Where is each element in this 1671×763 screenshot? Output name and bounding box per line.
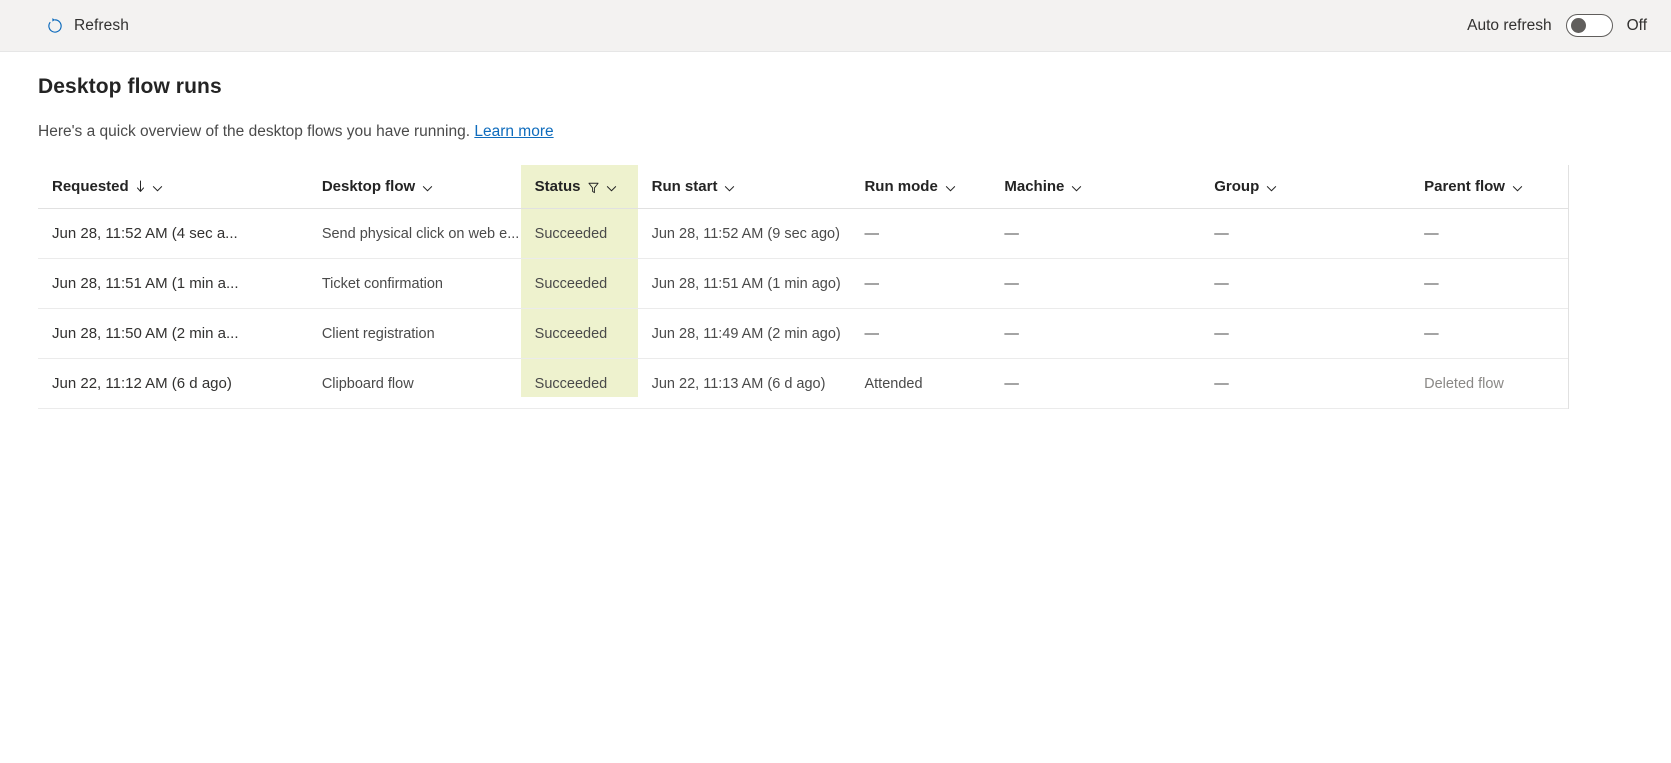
cell-status: Succeeded [521,309,638,358]
table-row[interactable]: Jun 28, 11:51 AM (1 min a... Ticket conf… [38,259,1568,309]
table-row[interactable]: Jun 28, 11:50 AM (2 min a... Client regi… [38,309,1568,359]
column-header-parent-flow[interactable]: Parent flow [1410,165,1568,208]
column-header-desktop-flow[interactable]: Desktop flow [308,165,521,208]
chevron-down-icon[interactable] [606,181,617,192]
auto-refresh-state-label: Off [1627,17,1647,35]
cell-parent-flow: — [1410,259,1568,308]
column-header-label: Parent flow [1424,178,1505,195]
cell-requested: Jun 28, 11:52 AM (4 sec a... [38,209,308,258]
page-subtitle: Here's a quick overview of the desktop f… [38,123,1671,141]
cell-desktop-flow[interactable]: Ticket confirmation [308,259,521,308]
cell-run-start: Jun 28, 11:52 AM (9 sec ago) [638,209,851,258]
cell-requested: Jun 28, 11:50 AM (2 min a... [38,309,308,358]
table-row[interactable]: Jun 28, 11:52 AM (4 sec a... Send physic… [38,209,1568,259]
column-header-machine[interactable]: Machine [990,165,1200,208]
refresh-label: Refresh [74,17,129,35]
cell-run-start: Jun 22, 11:13 AM (6 d ago) [638,359,851,408]
cell-run-mode: Attended [850,359,990,408]
table-row[interactable]: Jun 22, 11:12 AM (6 d ago) Clipboard flo… [38,359,1568,409]
column-header-status[interactable]: Status [521,165,638,208]
column-header-run-start[interactable]: Run start [638,165,851,208]
column-header-group[interactable]: Group [1200,165,1410,208]
column-header-label: Run start [652,178,718,195]
chevron-down-icon[interactable] [1266,181,1277,192]
command-bar: Refresh Auto refresh Off [0,0,1671,52]
cell-desktop-flow[interactable]: Clipboard flow [308,359,521,408]
cell-parent-flow: — [1410,209,1568,258]
cell-machine: — [990,209,1200,258]
column-header-run-mode[interactable]: Run mode [850,165,990,208]
cell-run-start: Jun 28, 11:51 AM (1 min ago) [638,259,851,308]
auto-refresh-label: Auto refresh [1467,17,1551,35]
chevron-down-icon[interactable] [724,181,735,192]
page-content: Desktop flow runs Here's a quick overvie… [0,75,1671,409]
column-header-label: Run mode [864,178,937,195]
column-header-label: Machine [1004,178,1064,195]
cell-machine: — [990,309,1200,358]
page-subtitle-text: Here's a quick overview of the desktop f… [38,123,470,140]
filter-funnel-icon[interactable] [588,181,599,193]
chevron-down-icon[interactable] [1512,181,1523,192]
chevron-down-icon[interactable] [422,181,433,192]
column-header-requested[interactable]: Requested [38,165,308,208]
refresh-circular-arrow-icon [46,17,64,35]
cell-group: — [1200,259,1410,308]
cell-requested: Jun 28, 11:51 AM (1 min a... [38,259,308,308]
cell-parent-flow: Deleted flow [1410,359,1568,408]
cell-status: Succeeded [521,209,638,258]
chevron-down-icon[interactable] [152,181,163,192]
sort-descending-arrow-icon [136,180,145,193]
cell-run-start: Jun 28, 11:49 AM (2 min ago) [638,309,851,358]
column-header-label: Group [1214,178,1259,195]
desktop-flow-runs-table: Requested Desktop flow [38,165,1569,409]
cell-status: Succeeded [521,259,638,308]
cell-run-mode: — [850,209,990,258]
cell-requested: Jun 22, 11:12 AM (6 d ago) [38,359,308,408]
cell-machine: — [990,259,1200,308]
page-title: Desktop flow runs [38,75,1671,99]
cell-run-mode: — [850,309,990,358]
cell-group: — [1200,359,1410,408]
auto-refresh-group: Auto refresh Off [1467,14,1647,37]
cell-machine: — [990,359,1200,408]
learn-more-link[interactable]: Learn more [474,123,553,140]
chevron-down-icon[interactable] [945,181,956,192]
cell-group: — [1200,309,1410,358]
cell-group: — [1200,209,1410,258]
refresh-button[interactable]: Refresh [38,6,137,46]
column-header-label: Status [535,178,581,195]
table-header-row: Requested Desktop flow [38,165,1568,209]
column-header-label: Requested [52,178,129,195]
chevron-down-icon[interactable] [1071,181,1082,192]
cell-run-mode: — [850,259,990,308]
cell-parent-flow: — [1410,309,1568,358]
cell-desktop-flow[interactable]: Client registration [308,309,521,358]
auto-refresh-toggle[interactable] [1566,14,1613,37]
command-bar-left-group: Refresh [38,6,137,46]
toggle-knob [1571,18,1586,33]
column-header-label: Desktop flow [322,178,415,195]
cell-status: Succeeded [521,359,638,408]
cell-desktop-flow[interactable]: Send physical click on web e... [308,209,521,258]
